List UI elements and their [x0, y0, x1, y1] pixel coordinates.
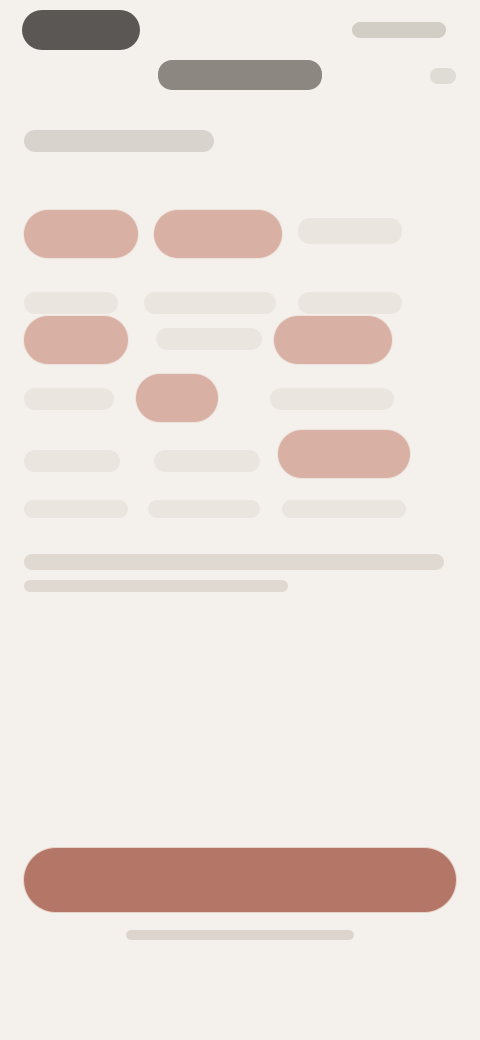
- placeholder-5: [156, 328, 262, 350]
- placeholder-10: [24, 500, 128, 518]
- main-content: [0, 110, 480, 630]
- placeholder-2: [24, 292, 118, 314]
- chip-6[interactable]: [278, 430, 410, 478]
- top-row: [0, 54, 480, 98]
- chip-5[interactable]: [136, 374, 218, 422]
- placeholder-1: [298, 218, 402, 244]
- status-bar: [0, 0, 480, 60]
- chip-1[interactable]: [24, 210, 138, 258]
- placeholder-4: [298, 292, 402, 314]
- placeholder-12: [282, 500, 406, 518]
- page-title: [158, 60, 322, 90]
- chip-3[interactable]: [24, 316, 128, 364]
- chip-4[interactable]: [274, 316, 392, 364]
- placeholder-9: [154, 450, 260, 472]
- status-indicators: [352, 22, 446, 38]
- placeholder-3: [144, 292, 276, 314]
- hint-line-1: [24, 554, 444, 570]
- section-label: [24, 130, 214, 152]
- placeholder-6: [24, 388, 114, 410]
- chip-2[interactable]: [154, 210, 282, 258]
- placeholder-8: [24, 450, 120, 472]
- status-pill: [22, 10, 140, 50]
- chip-board: [24, 176, 432, 536]
- action-underline: [126, 930, 354, 940]
- top-action[interactable]: [430, 68, 456, 84]
- hint-line-2: [24, 580, 288, 592]
- placeholder-7: [270, 388, 394, 410]
- primary-action-button[interactable]: [24, 848, 456, 912]
- placeholder-11: [148, 500, 260, 518]
